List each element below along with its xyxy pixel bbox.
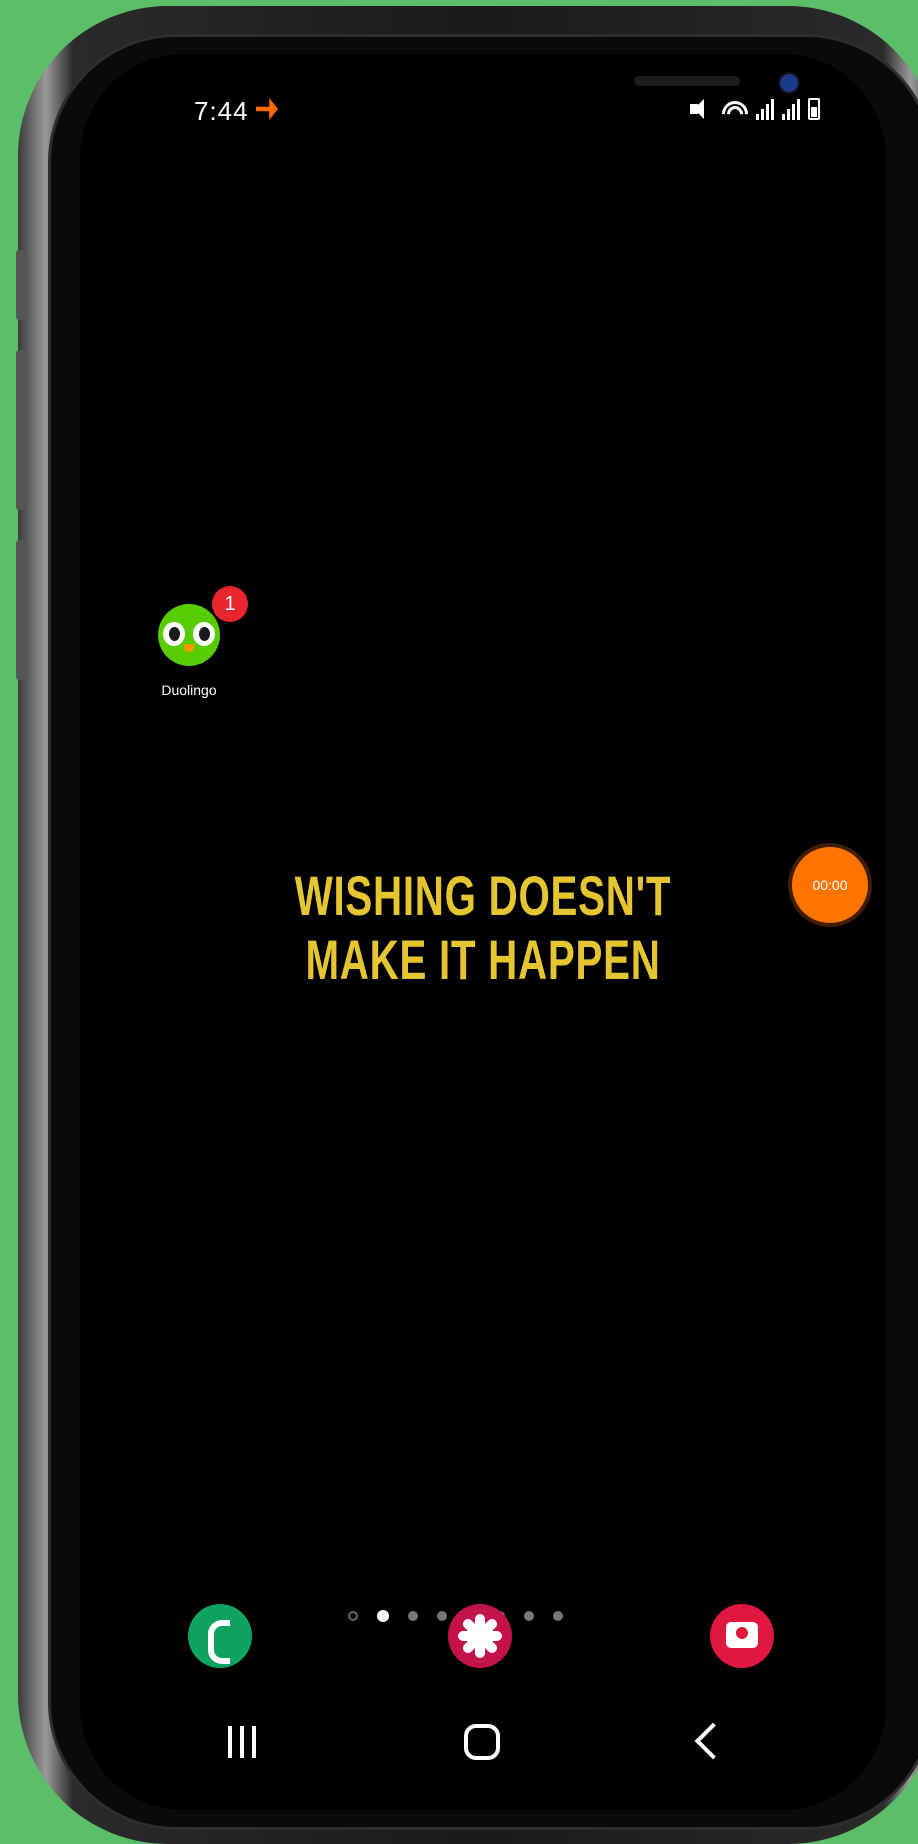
notification-badge: 1: [212, 586, 248, 622]
phone-icon[interactable]: [188, 1604, 252, 1668]
page-dot[interactable]: [437, 1611, 447, 1621]
page-dot-active[interactable]: [377, 1610, 389, 1622]
gallery-icon[interactable]: [448, 1604, 512, 1668]
back-icon[interactable]: [694, 1722, 732, 1760]
mute-icon: [690, 98, 712, 120]
navigation-bar: [80, 1714, 886, 1794]
volume-rocker: [16, 350, 26, 510]
floating-timer-button[interactable]: 00:00: [792, 847, 868, 923]
app-label: Duolingo: [161, 682, 217, 698]
side-key: [16, 540, 26, 680]
search-icon[interactable]: [348, 1611, 358, 1621]
home-icon[interactable]: [464, 1724, 500, 1760]
quote-line-1: WISHING DOESN'T: [294, 864, 672, 927]
status-bar: 7:44: [80, 54, 886, 164]
wifi-icon: [720, 97, 748, 121]
signal-icon-2: [782, 98, 800, 120]
signal-icon: [756, 98, 774, 120]
recent-apps-icon[interactable]: [228, 1726, 256, 1758]
page-dot[interactable]: [553, 1611, 563, 1621]
phone-screen: 7:44 Duolingo 1 WISHING DOESN'T MAKE IT …: [80, 54, 886, 1810]
battery-icon: [808, 98, 820, 120]
status-time: 7:44: [194, 96, 249, 126]
quote-line-2: MAKE IT HAPPEN: [305, 928, 661, 991]
status-icons: [690, 94, 820, 124]
front-camera: [778, 72, 800, 94]
camera-icon[interactable]: [710, 1604, 774, 1668]
wallpaper-quote: WISHING DOESN'T MAKE IT HAPPEN: [193, 864, 773, 992]
earpiece-speaker: [634, 76, 740, 86]
camera-notch: [290, 54, 800, 122]
volume-button: [16, 250, 26, 320]
notification-icon: [256, 98, 278, 120]
duolingo-icon[interactable]: [158, 604, 220, 666]
page-dot[interactable]: [408, 1611, 418, 1621]
app-duolingo[interactable]: Duolingo: [154, 604, 224, 698]
page-dot[interactable]: [524, 1611, 534, 1621]
